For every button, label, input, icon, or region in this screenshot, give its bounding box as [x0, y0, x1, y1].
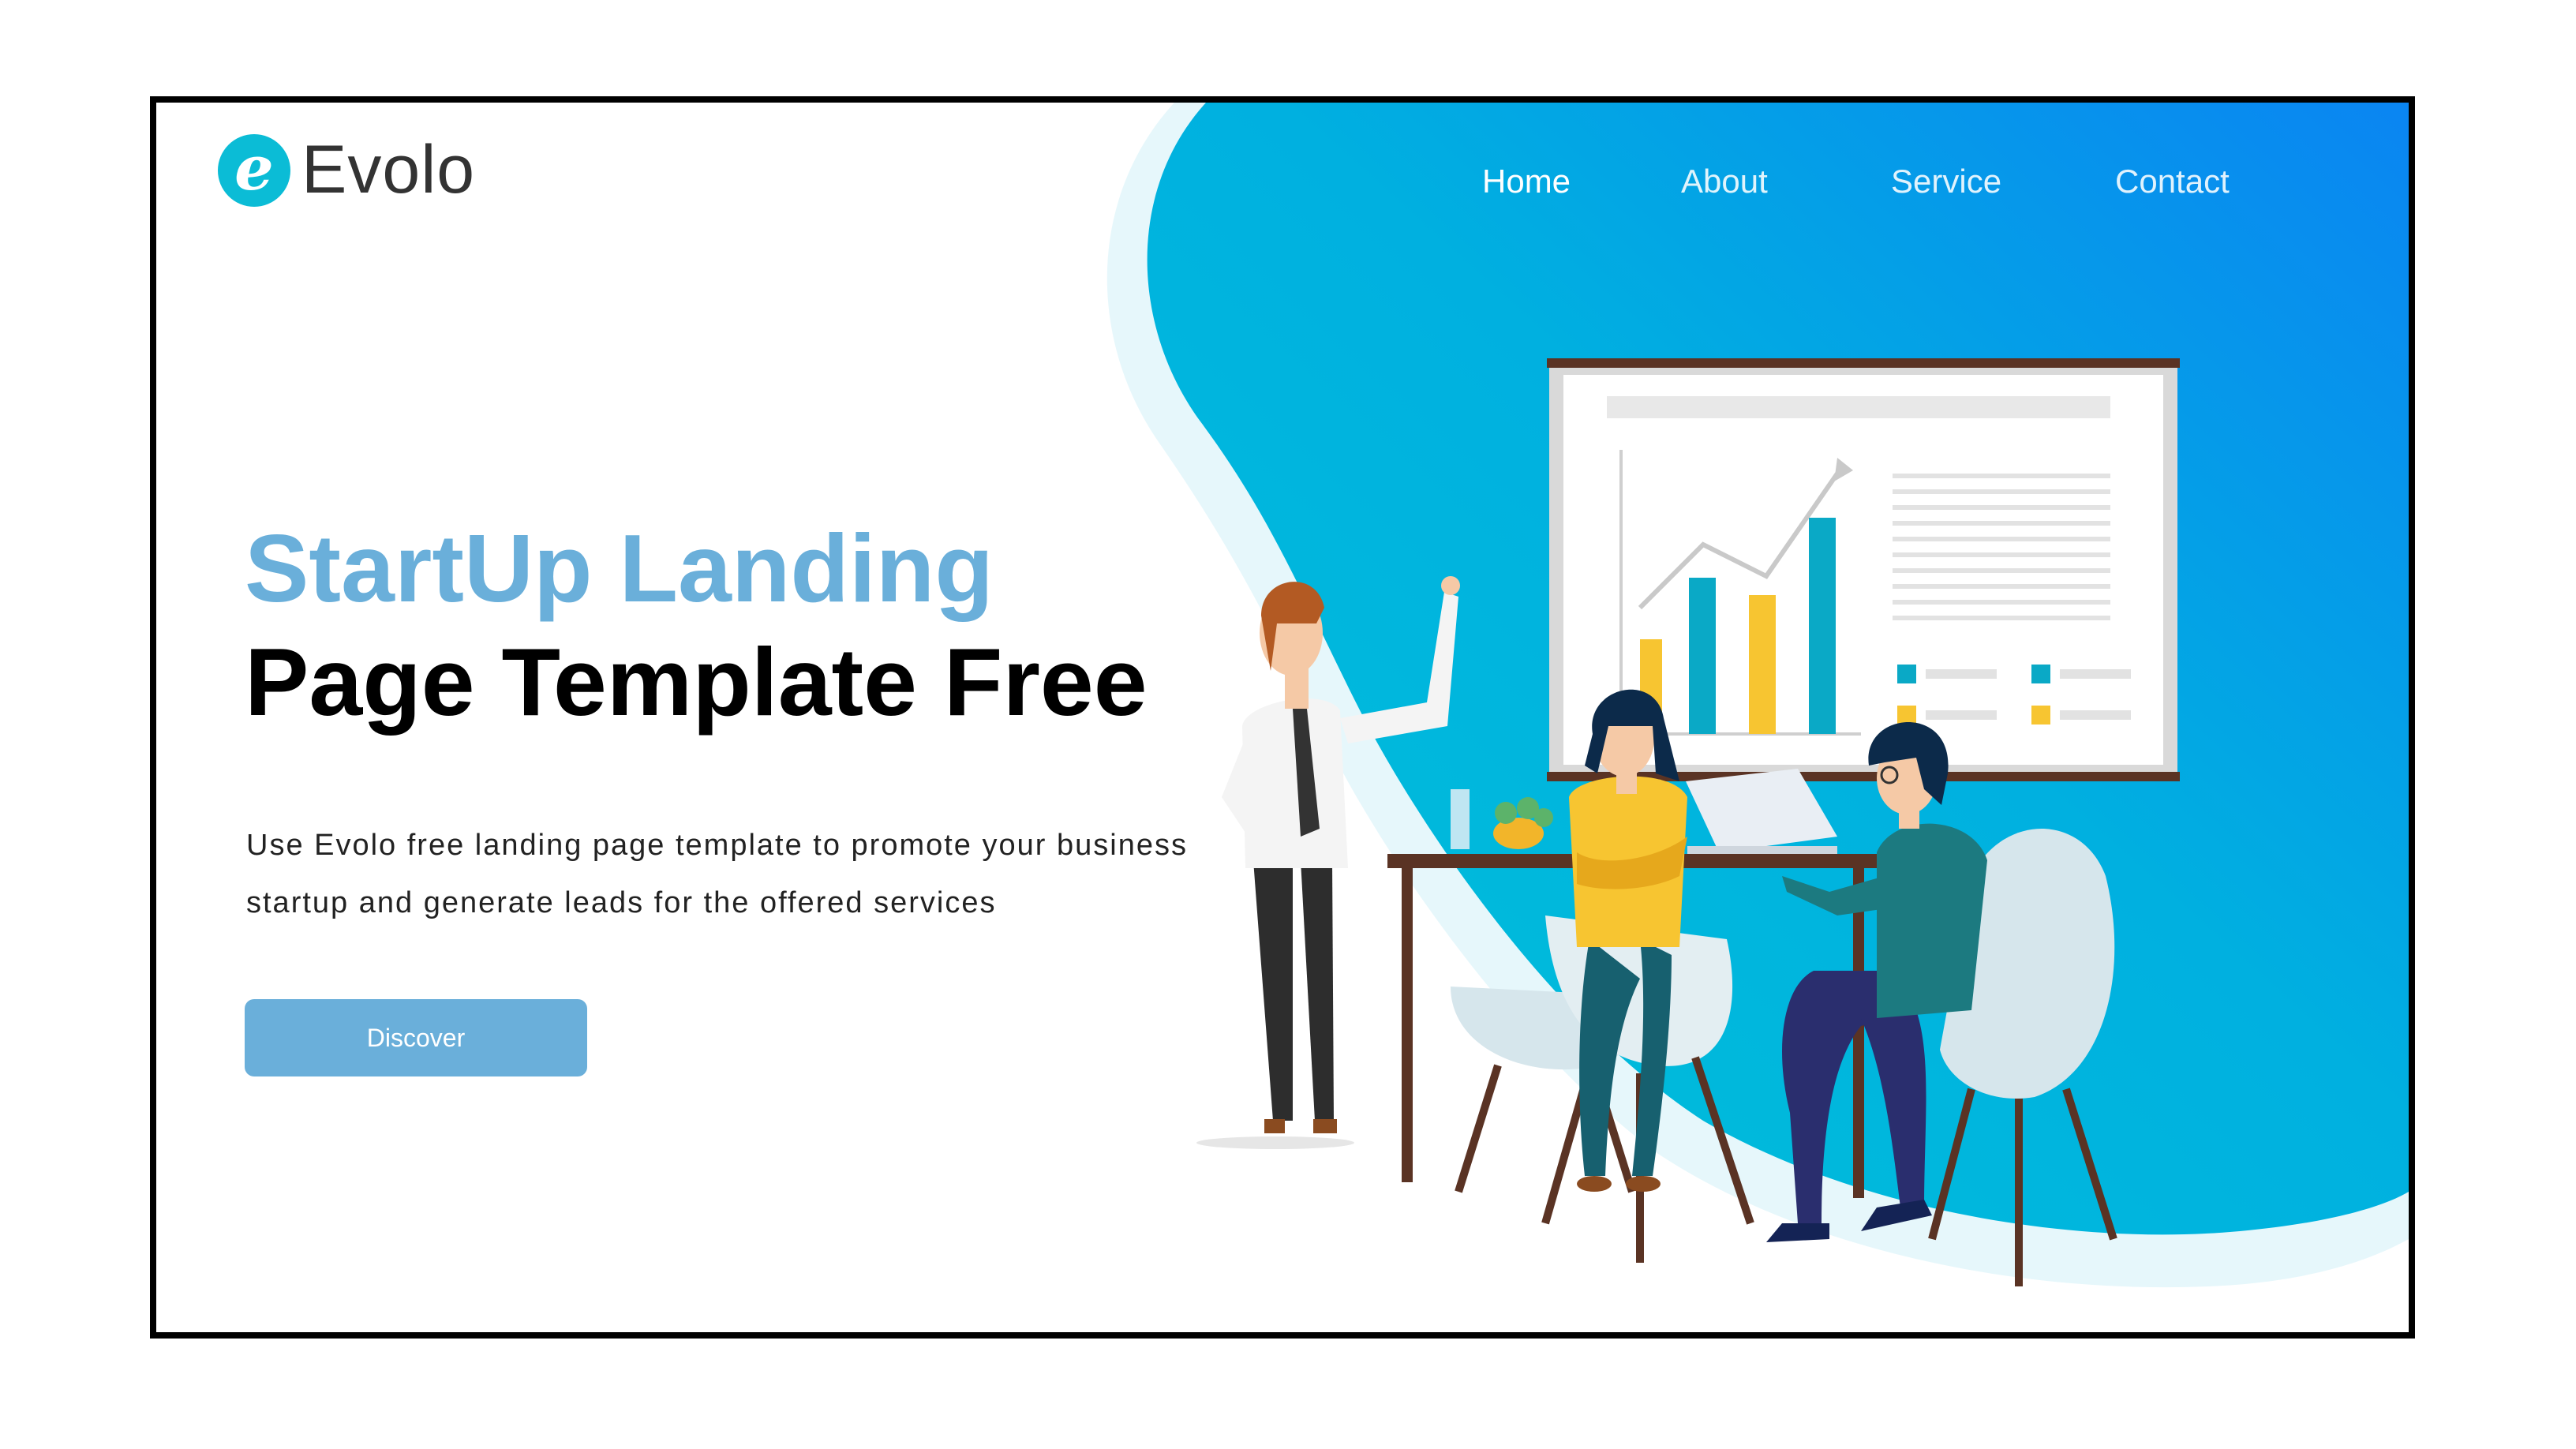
table-items [1451, 789, 1553, 849]
team-meeting-illustration [1196, 358, 2180, 1286]
page-frame: e Evolo Home About Service Contact Start… [150, 96, 2415, 1339]
laptop [1686, 769, 1837, 854]
seated-woman [1569, 689, 1687, 1192]
